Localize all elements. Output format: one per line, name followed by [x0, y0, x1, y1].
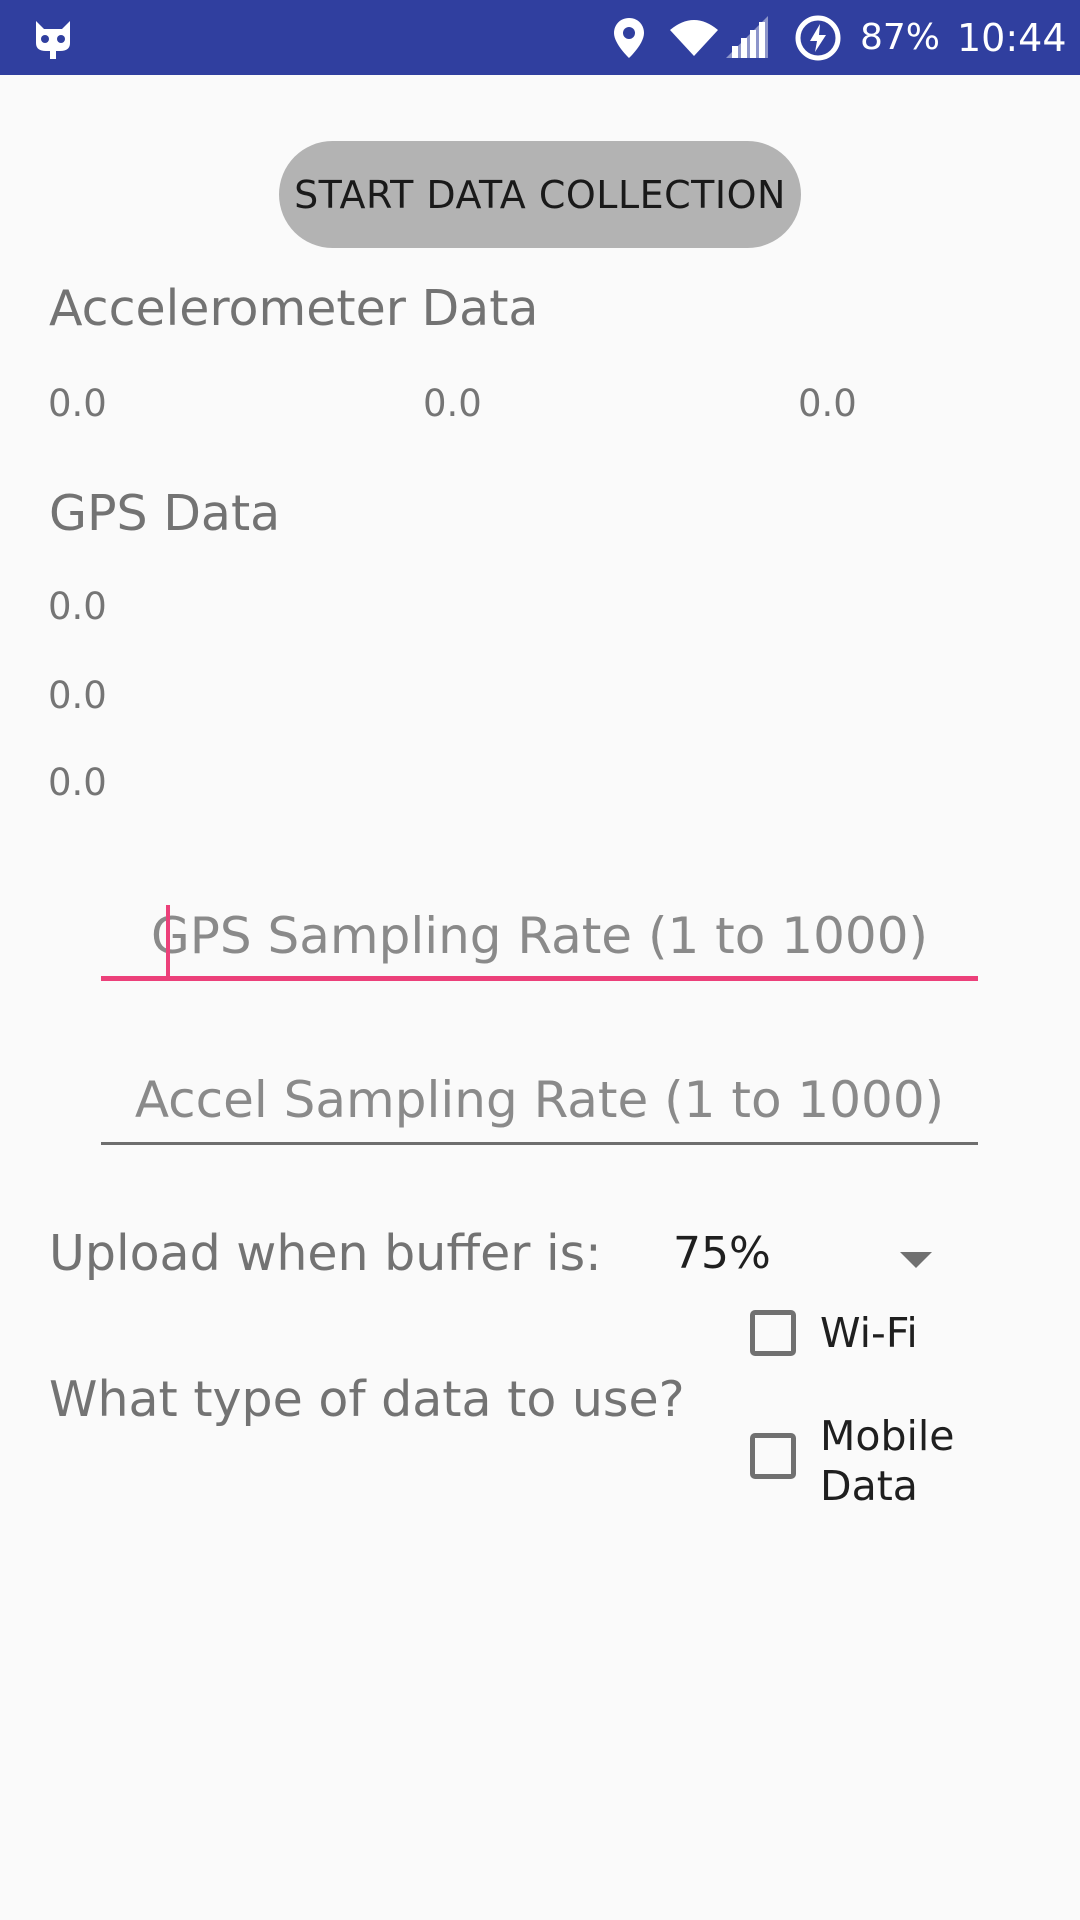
wifi-icon [668, 0, 720, 75]
signal-icon [724, 0, 770, 75]
mobile-data-label: Mobile Data [820, 1412, 955, 1510]
dropdown-arrow-icon [900, 1252, 932, 1268]
start-data-collection-button[interactable]: START DATA COLLECTION [279, 141, 801, 248]
cyanogen-icon [30, 0, 76, 75]
accel-z-value: 0.0 [798, 382, 857, 425]
accelerometer-heading: Accelerometer Data [49, 280, 539, 337]
gps-sampling-rate-input[interactable]: GPS Sampling Rate (1 to 1000) [101, 901, 978, 981]
data-type-label: What type of data to use? [49, 1371, 685, 1428]
accel-y-value: 0.0 [423, 382, 482, 425]
main-content: START DATA COLLECTION Accelerometer Data… [0, 75, 1080, 1920]
gps-altitude-value: 0.0 [48, 761, 107, 804]
battery-charging-icon [794, 0, 842, 75]
gps-heading: GPS Data [49, 485, 281, 542]
mobile-data-option[interactable]: Mobile Data [750, 1411, 980, 1511]
location-icon [612, 0, 646, 75]
text-cursor [166, 905, 170, 977]
wifi-checkbox[interactable] [750, 1310, 796, 1356]
gps-input-underline [101, 976, 978, 981]
buffer-threshold-dropdown[interactable]: 75% [650, 1220, 950, 1300]
gps-latitude-value: 0.0 [48, 585, 107, 628]
accel-sampling-rate-placeholder: Accel Sampling Rate (1 to 1000) [134, 1071, 945, 1129]
mobile-data-checkbox[interactable] [750, 1433, 796, 1479]
accel-x-value: 0.0 [48, 382, 107, 425]
upload-label: Upload when buffer is: [49, 1225, 602, 1282]
accel-sampling-rate-input[interactable]: Accel Sampling Rate (1 to 1000) [101, 1065, 978, 1145]
gps-longitude-value: 0.0 [48, 674, 107, 717]
gps-sampling-rate-placeholder: GPS Sampling Rate (1 to 1000) [150, 907, 929, 965]
wifi-option[interactable]: Wi-Fi [750, 1309, 980, 1358]
battery-percent: 87% [860, 17, 941, 58]
status-bar: 87% 10:44 [0, 0, 1080, 75]
clock: 10:44 [957, 15, 1067, 60]
accel-input-underline [101, 1142, 978, 1145]
wifi-label: Wi-Fi [820, 1309, 918, 1357]
buffer-threshold-value: 75% [673, 1228, 771, 1279]
